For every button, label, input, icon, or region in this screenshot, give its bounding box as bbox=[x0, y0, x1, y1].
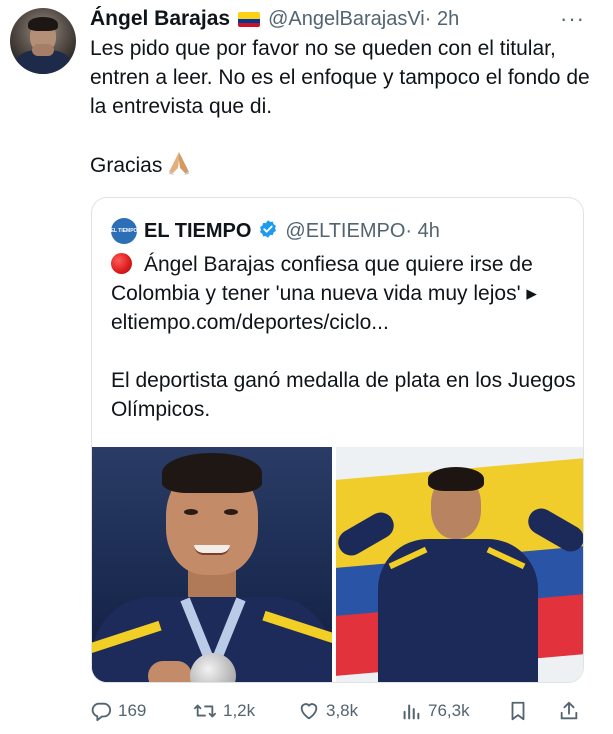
views-icon bbox=[400, 700, 422, 722]
tweet-text: Les pido que por favor no se queden con … bbox=[90, 34, 590, 213]
red-circle-icon bbox=[111, 253, 132, 274]
like-button[interactable]: 3,8k bbox=[298, 697, 358, 725]
author-name[interactable]: Ángel Barajas bbox=[90, 7, 230, 31]
reply-count: 169 bbox=[118, 701, 147, 720]
repost-button[interactable]: 1,2k bbox=[193, 697, 255, 725]
athlete-flag-photo[interactable] bbox=[336, 447, 583, 682]
quoted-time[interactable]: · 4h bbox=[405, 220, 439, 242]
repost-count: 1,2k bbox=[223, 701, 256, 720]
author-handle[interactable]: @AngelBarajasVi· 2h bbox=[268, 8, 459, 31]
quoted-tweet[interactable]: EL TIEMPO EL TIEMPO @ELTIEMPO· 4h Ángel … bbox=[91, 197, 584, 683]
photo-smile bbox=[194, 545, 230, 555]
reply-icon bbox=[90, 700, 112, 722]
tweet-text-paragraph-1: Les pido que por favor no se queden con … bbox=[90, 37, 590, 118]
tweet-text-gracias: Gracias bbox=[90, 154, 163, 177]
athlete-medal-photo[interactable] bbox=[92, 447, 332, 682]
quoted-text-paragraph-1: Ángel Barajas confiesa que quiere irse d… bbox=[111, 250, 576, 337]
quoted-tweet-media[interactable] bbox=[92, 447, 583, 682]
photo-hand bbox=[148, 661, 192, 682]
reply-button[interactable]: 169 bbox=[90, 697, 146, 725]
el-tiempo-logo[interactable]: EL TIEMPO bbox=[111, 218, 137, 244]
verified-badge-icon bbox=[258, 219, 278, 244]
views-button[interactable]: 76,3k bbox=[400, 697, 470, 725]
quoted-author-handle[interactable]: @ELTIEMPO· 4h bbox=[285, 220, 439, 243]
photo-hair bbox=[428, 467, 484, 491]
share-button[interactable] bbox=[558, 697, 580, 725]
quoted-text-headline[interactable]: Ángel Barajas confiesa que quiere irse d… bbox=[111, 253, 537, 334]
avatar-hands bbox=[32, 44, 54, 56]
photo-eye bbox=[184, 509, 198, 515]
author-avatar[interactable] bbox=[10, 8, 76, 74]
repost-icon bbox=[193, 700, 217, 722]
quoted-text-paragraph-2: El deportista ganó medalla de plata en l… bbox=[111, 369, 576, 421]
bookmark-icon bbox=[508, 700, 528, 722]
tweet-actions: 169 1,2k 3,8k 76,3k bbox=[88, 697, 598, 725]
tweet[interactable]: Ángel Barajas @AngelBarajasVi· 2h ··· Le… bbox=[0, 0, 613, 734]
quoted-tweet-text: Ángel Barajas confiesa que quiere irse d… bbox=[111, 250, 576, 453]
quoted-tweet-header: EL TIEMPO EL TIEMPO @ELTIEMPO· 4h bbox=[111, 218, 440, 244]
quoted-author-name[interactable]: EL TIEMPO bbox=[144, 220, 251, 243]
author-handle-text[interactable]: @AngelBarajasVi bbox=[268, 8, 425, 30]
avatar-hair bbox=[28, 17, 58, 31]
tweet-text-paragraph-2: Gracias bbox=[90, 150, 590, 184]
more-options-icon[interactable]: ··· bbox=[560, 6, 585, 32]
quoted-handle-text[interactable]: @ELTIEMPO bbox=[285, 220, 405, 242]
bookmark-button[interactable] bbox=[508, 697, 528, 725]
like-count: 3,8k bbox=[326, 701, 359, 720]
heart-icon bbox=[298, 700, 320, 722]
colombia-flag-icon bbox=[238, 11, 261, 27]
tweet-time[interactable]: · 2h bbox=[425, 8, 459, 30]
photo-hair bbox=[162, 453, 262, 493]
folded-hands-icon bbox=[166, 150, 192, 184]
share-icon bbox=[558, 700, 580, 722]
tweet-header: Ángel Barajas @AngelBarajasVi· 2h bbox=[90, 6, 459, 32]
photo-eye bbox=[224, 509, 238, 515]
views-count: 76,3k bbox=[428, 701, 470, 720]
